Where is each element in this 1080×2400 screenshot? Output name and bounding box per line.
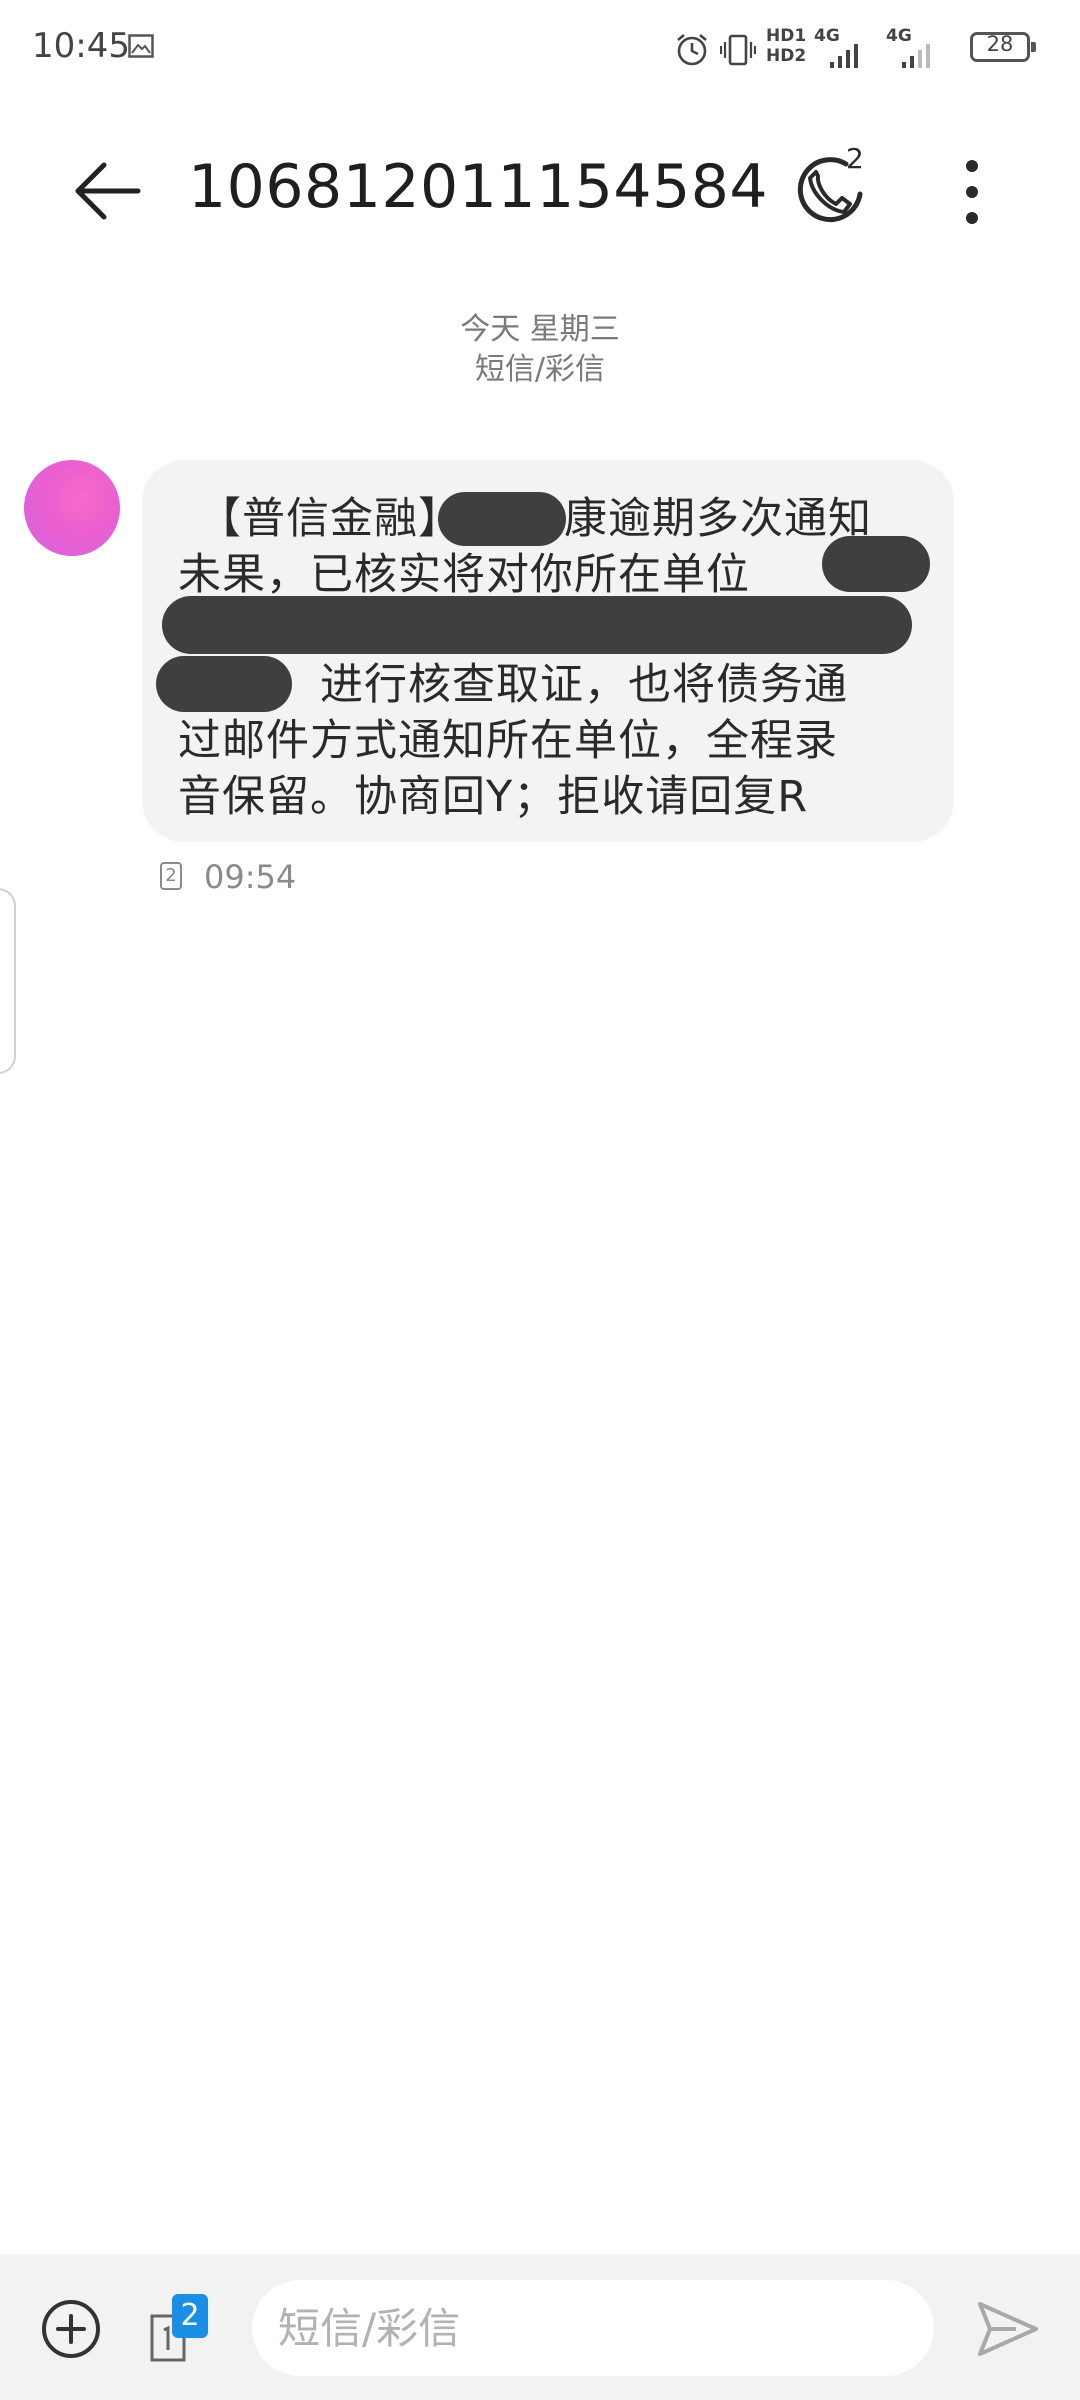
message-type-label: 短信/彩信 [474,352,606,387]
message-line: 康逾期多次通知 [564,494,872,544]
signal-sim1: 4G [814,26,870,72]
send-icon[interactable] [976,2298,1040,2360]
redaction-mark [162,596,912,654]
message-line: 音保留。协商回Y；拒收请回复R [178,772,809,822]
hd1-label: HD1 [766,26,807,46]
redaction-mark [438,492,566,546]
signal-sim2: 4G [886,26,942,72]
message-bubble[interactable]: 【普信金融】 康逾期多次通知 未果，已核实将对你所在单位 进行核查取证，也将债务… [142,460,954,842]
message-line: 过邮件方式通知所在单位，全程录 [178,716,838,766]
redaction-mark [822,536,930,592]
sms-conversation-screen: 10:45 HD1 HD2 4G 4G 28 106812011154584 2… [0,0,1080,2400]
date-separator: 今天 星期三 短信/彩信 [0,310,1080,390]
edge-swipe-handle[interactable] [0,888,16,1074]
status-bar: 10:45 HD1 HD2 4G 4G 28 [0,0,1080,100]
more-options-icon[interactable] [944,152,1000,232]
call-button[interactable]: 2 [790,142,870,230]
call-sim-badge: 2 [846,142,864,175]
message-time: 09:54 [204,858,297,896]
back-arrow-icon[interactable] [70,158,146,224]
hd-indicator: HD1 HD2 [766,26,806,66]
message-input[interactable] [252,2280,934,2376]
battery-icon: 28 [970,32,1036,62]
signal-bars-icon [902,44,930,68]
alarm-icon [677,34,707,66]
composer-bar: 2 [0,2254,1080,2400]
conversation-header: 106812011154584 2 [0,130,1080,250]
sim-number-badge: 2 [172,2294,208,2338]
add-attachment-icon[interactable] [40,2298,102,2360]
hd2-label: HD2 [766,46,807,66]
message-line: 未果，已核实将对你所在单位 [178,550,750,600]
message-line: 进行核查取证，也将债务通 [320,660,848,710]
date-label: 今天 星期三 [460,312,620,347]
message-line: 【普信金融】 [198,494,462,544]
signal-bars-icon [830,44,858,68]
vibrate-icon [720,34,756,66]
status-icons: HD1 HD2 4G 4G 28 [674,24,1044,74]
sim-switch-button[interactable]: 2 [148,2294,210,2366]
contact-number-title: 106812011154584 [188,152,769,222]
sender-avatar[interactable] [24,460,120,556]
redaction-mark [156,656,292,712]
status-time: 10:45 [32,26,130,66]
battery-level: 28 [986,32,1014,56]
gallery-icon [128,34,154,58]
battery-tip [1031,42,1036,52]
sim-card-icon: 2 [160,862,182,890]
